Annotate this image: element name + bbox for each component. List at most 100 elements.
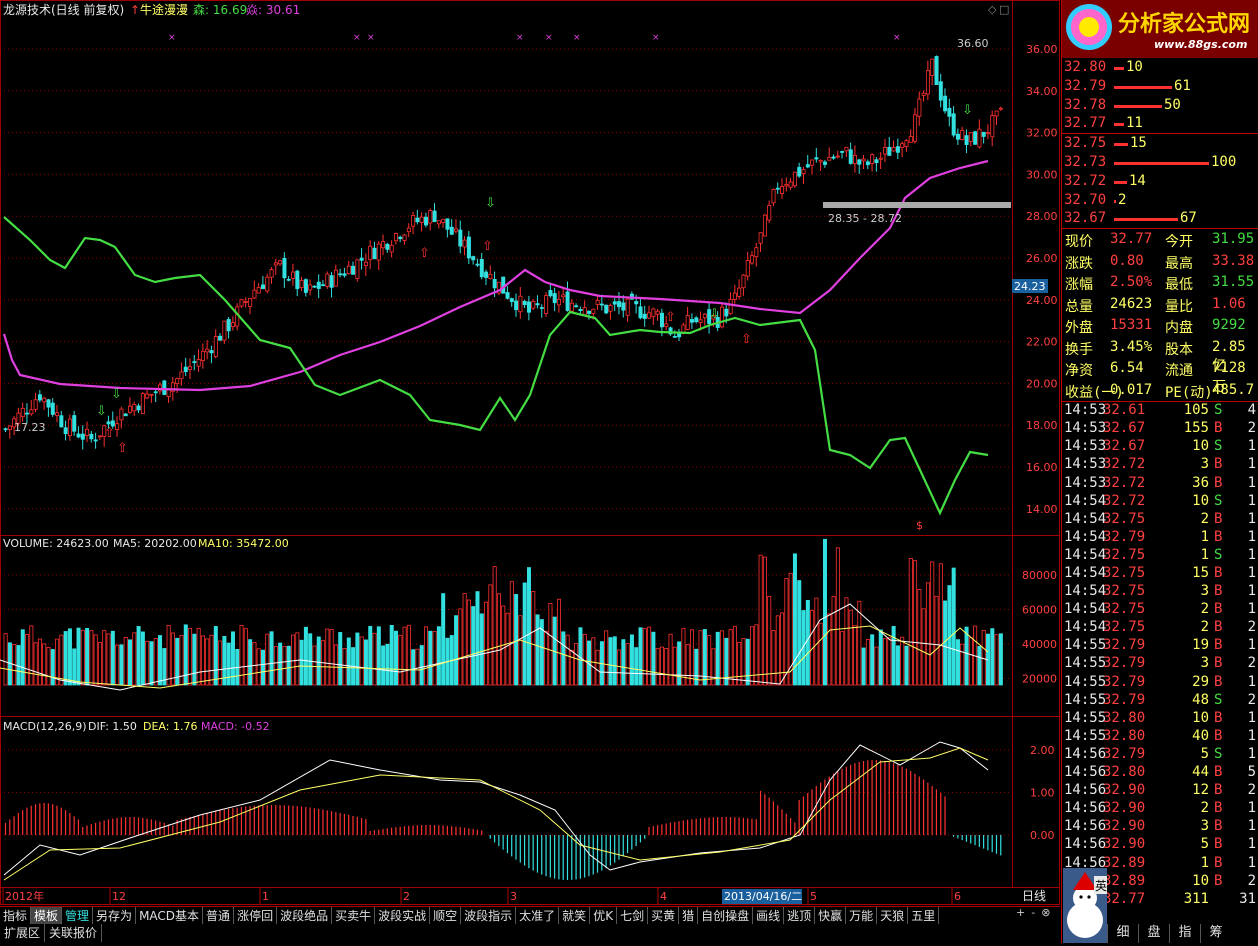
- tick-s: B: [1214, 818, 1223, 835]
- kline-chart-area[interactable]: 36.00 34.00 32.00 30.00 28.00 26.00 24.00 22.00…: [0, 0, 1060, 905]
- tick-s: S: [1214, 546, 1223, 563]
- volume-bar: [200, 635, 205, 686]
- diamond-icon[interactable]: ◇: [988, 3, 997, 16]
- order-volume: 61: [1174, 77, 1191, 94]
- tick-n: 1: [1247, 709, 1256, 726]
- side-tab[interactable]: 盘: [1138, 924, 1169, 943]
- candle-body: [634, 301, 639, 305]
- tick-s: B: [1214, 836, 1223, 853]
- cross-marker: ×: [353, 33, 361, 43]
- toolbar-button[interactable]: MACD基本: [136, 907, 204, 925]
- bottom-tab[interactable]: 扩展区: [0, 924, 46, 942]
- zoom-in-icon[interactable]: +: [1016, 906, 1025, 924]
- toolbar-button[interactable]: 优K: [590, 907, 618, 925]
- candle-body: [535, 303, 540, 306]
- toolbar-button[interactable]: 快赢: [815, 907, 847, 925]
- tick-t: 14:55: [1064, 655, 1107, 672]
- side-tab[interactable]: 指: [1169, 924, 1200, 943]
- tick-s: B: [1214, 420, 1223, 437]
- toolbar-button[interactable]: 普通: [203, 907, 235, 925]
- toolbar-button[interactable]: 自创操盘: [698, 907, 754, 925]
- toolbar-button[interactable]: 指标: [0, 907, 32, 925]
- side-tabs: 细盘指筹: [1107, 924, 1257, 943]
- tick-v: 48: [1192, 691, 1209, 708]
- bottom-tab[interactable]: 关联报价: [45, 924, 103, 942]
- quote-row: 换手 3.45% 股本 2.85亿: [1062, 337, 1258, 374]
- candle-body: [7, 425, 12, 430]
- toolbar-button[interactable]: 涨停回: [234, 907, 278, 925]
- price-axis-label: 28.00: [1026, 210, 1058, 223]
- volume-bar: [496, 593, 501, 686]
- toolbar-button[interactable]: 天狼: [877, 907, 909, 925]
- toolbar-button[interactable]: 万能: [846, 907, 878, 925]
- candle-body: [750, 255, 755, 264]
- quote-label: PE(动): [1165, 384, 1213, 401]
- volume-bar: [33, 642, 38, 686]
- candle-body: [569, 302, 574, 312]
- close-icon[interactable]: ⊗: [1041, 906, 1050, 924]
- period-label[interactable]: 日线: [1022, 889, 1046, 903]
- tick-s: B: [1214, 655, 1223, 672]
- tick-n: 1: [1247, 583, 1256, 600]
- tick-v: 2: [1200, 619, 1209, 636]
- side-tab[interactable]: 细: [1107, 924, 1138, 943]
- toolbar-button[interactable]: 五里: [908, 907, 940, 925]
- toolbar-button[interactable]: 管理: [62, 907, 94, 925]
- quote-value: 2.50%: [1110, 274, 1153, 291]
- volume-bar: [158, 635, 163, 686]
- toolbar-button[interactable]: 另存为: [93, 907, 137, 925]
- tick-p: 32.72: [1103, 456, 1146, 473]
- toolbar-button[interactable]: 模板: [31, 907, 63, 925]
- candle-body: [466, 236, 471, 259]
- tick-v: 19: [1192, 637, 1209, 654]
- toolbar-button[interactable]: 就笑: [559, 907, 591, 925]
- candle-body: [355, 259, 360, 279]
- tick-p: 32.79: [1103, 637, 1146, 654]
- zoom-out-icon[interactable]: -: [1031, 906, 1035, 924]
- toolbar-button[interactable]: 猎: [679, 907, 699, 925]
- candle-body: [977, 128, 982, 148]
- volume-bar: [625, 643, 630, 686]
- candle-body: [55, 412, 60, 416]
- toolbar-button[interactable]: 太准了: [516, 907, 560, 925]
- volume-bar: [278, 642, 283, 686]
- side-tab[interactable]: 筹: [1200, 924, 1231, 943]
- toolbar-button[interactable]: 顺空: [430, 907, 462, 925]
- tick-p: 32.79: [1103, 528, 1146, 545]
- volume-bar: [767, 596, 772, 686]
- toolbar-button[interactable]: 波段指示: [461, 907, 517, 925]
- volume-bar: [998, 633, 1003, 686]
- quote-value: 0.80: [1110, 252, 1144, 269]
- toolbar-button[interactable]: 画线: [753, 907, 785, 925]
- tick-s: S: [1214, 438, 1223, 455]
- toolbar-button[interactable]: 波段绝品: [277, 907, 333, 925]
- tick-p: 32.61: [1103, 402, 1146, 419]
- volume-bar: [183, 624, 188, 686]
- volume-bar: [205, 638, 210, 686]
- volume-bar: [737, 642, 742, 686]
- volume-bar: [149, 641, 154, 686]
- candle-body: [248, 298, 253, 307]
- toolbar-button[interactable]: 波段实战: [375, 907, 431, 925]
- tick-s: B: [1214, 872, 1223, 889]
- tick-t: 14:54: [1064, 492, 1107, 509]
- toolbar-button[interactable]: 七剑: [617, 907, 649, 925]
- chart-svg[interactable]: 36.0034.0032.0030.0028.0026.0024.0022.00…: [0, 0, 1060, 905]
- square-icon[interactable]: □: [999, 3, 1009, 16]
- quote-label: 最高: [1165, 255, 1193, 272]
- candle-body: [805, 164, 810, 168]
- candle-body: [870, 154, 875, 164]
- candle-body: [42, 397, 47, 403]
- order-price: 32.79: [1064, 77, 1107, 94]
- volume-bar: [677, 641, 682, 686]
- candle-body: [505, 292, 510, 299]
- volume-bar: [960, 643, 965, 686]
- toolbar-button[interactable]: 买卖牛: [332, 907, 376, 925]
- tick-row: 14:54 32.72 10 S 1: [1062, 493, 1258, 511]
- volume-bar: [424, 626, 429, 686]
- toolbar-button[interactable]: 买黄: [648, 907, 680, 925]
- candle-body: [85, 428, 90, 436]
- volume-bar: [192, 633, 197, 686]
- tick-n: 2: [1247, 782, 1256, 799]
- toolbar-button[interactable]: 逃顶: [784, 907, 816, 925]
